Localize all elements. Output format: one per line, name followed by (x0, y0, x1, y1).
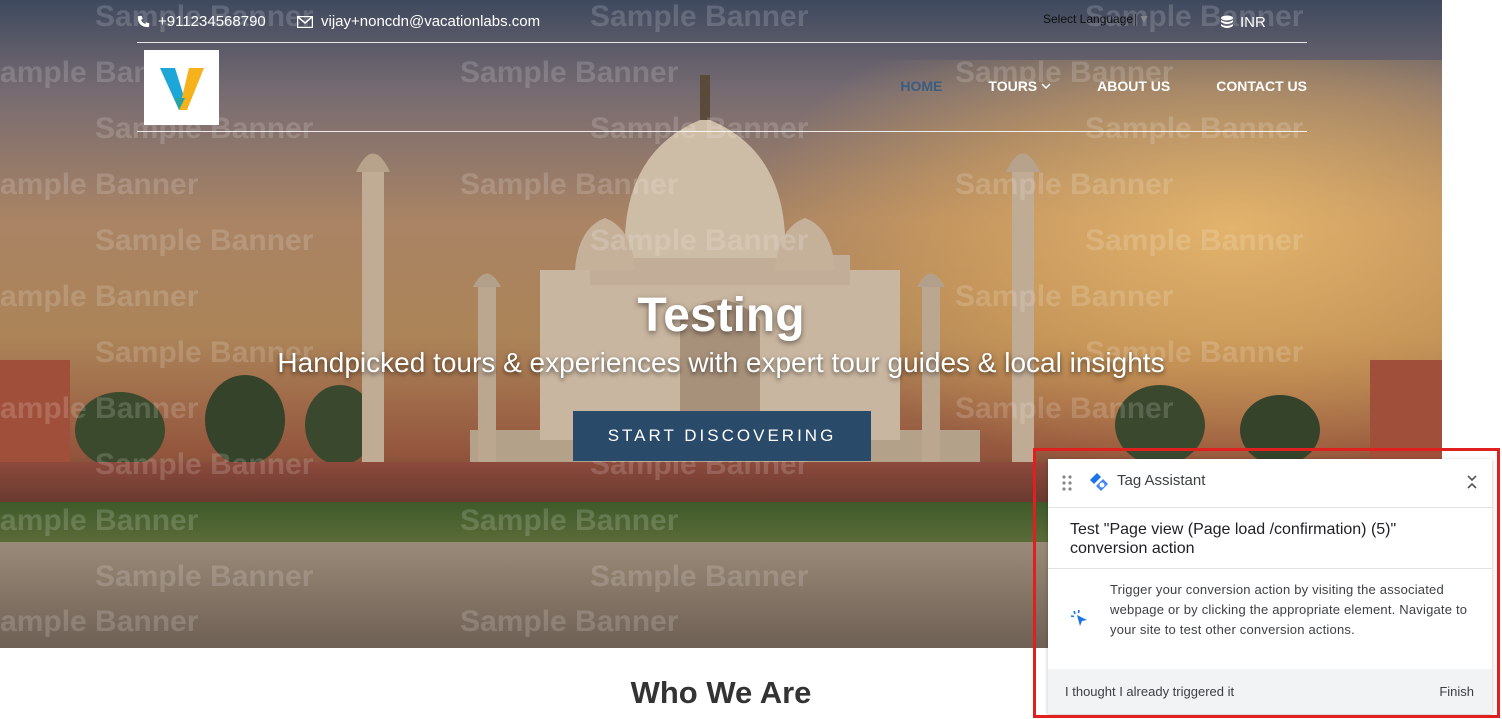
hero-title: Testing (637, 289, 805, 342)
start-discovering-button[interactable]: START DISCOVERING (573, 411, 871, 461)
currency-selector[interactable]: INR (1220, 14, 1266, 31)
email-contact[interactable]: vijay+noncdn@vacationlabs.com (297, 13, 540, 30)
envelope-icon (297, 15, 313, 28)
phone-number: +911234568790 (158, 13, 266, 30)
nav-contact-label: CONTACT US (1216, 78, 1307, 94)
phone-icon (137, 15, 150, 28)
nav-home-label: HOME (900, 78, 943, 94)
coins-icon (1221, 15, 1233, 28)
main-navbar: HOME TOURS ABOUT US CONTACT US (137, 42, 1307, 132)
language-select-label: Select Language (1043, 12, 1134, 26)
nav-tours-label: TOURS (988, 78, 1038, 94)
email-address: vijay+noncdn@vacationlabs.com (321, 13, 541, 30)
dropdown-arrow-icon: ▼ (1138, 12, 1150, 26)
highlight-box (1033, 448, 1500, 718)
chevron-down-icon (1041, 82, 1051, 89)
nav-contact-us[interactable]: CONTACT US (1216, 78, 1307, 94)
select-divider (1135, 13, 1137, 26)
hero-subtitle: Handpicked tours & experiences with expe… (277, 347, 1165, 378)
currency-label: INR (1240, 14, 1266, 31)
phone-contact[interactable]: +911234568790 (137, 13, 266, 30)
site-logo[interactable] (144, 50, 219, 125)
nav-home[interactable]: HOME (900, 78, 942, 94)
nav-about-us[interactable]: ABOUT US (1097, 78, 1170, 94)
nav-menu: HOME TOURS ABOUT US CONTACT US (854, 78, 1307, 94)
nav-tours[interactable]: TOURS (988, 78, 1051, 94)
v-logo-icon (159, 67, 204, 110)
language-select[interactable]: Select Language ▼ (1043, 12, 1150, 26)
nav-about-label: ABOUT US (1097, 78, 1171, 94)
